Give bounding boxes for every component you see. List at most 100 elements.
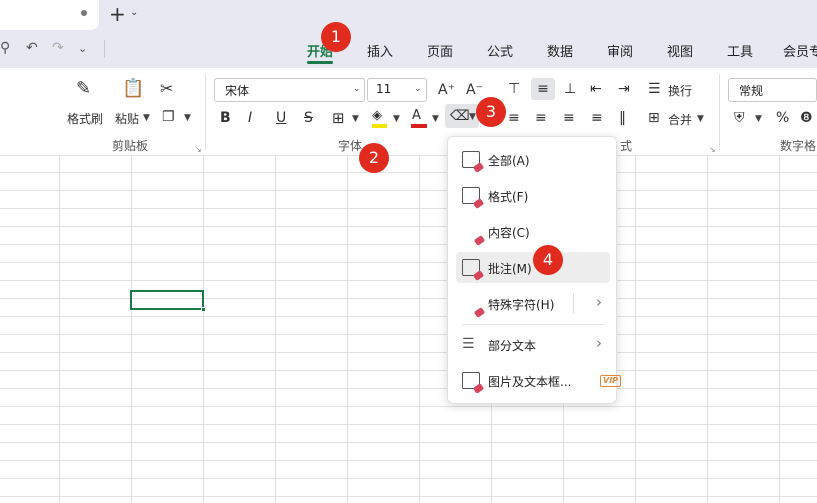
new-tab-icon[interactable]: + xyxy=(109,3,126,25)
increase-indent-icon[interactable]: ⇥ xyxy=(618,80,630,98)
title-bar: + ⌄ xyxy=(0,0,817,30)
cut-icon[interactable]: ✂ xyxy=(160,80,173,98)
menu-tab-view[interactable]: 视图 xyxy=(667,41,693,60)
menu-bar: ⚲ ↶ ↷ ⌄ 开始 插入 页面 公式 数据 审阅 视图 工具 会员专 xyxy=(0,30,817,68)
align-middle-icon[interactable]: ≡ xyxy=(531,78,555,100)
align-right-icon[interactable]: ≡ xyxy=(563,109,575,127)
decrease-indent-icon[interactable]: ⇤ xyxy=(590,80,602,98)
clear-format-icon xyxy=(462,187,480,204)
number-format-select[interactable]: 常规 xyxy=(728,78,817,102)
spreadsheet-grid[interactable] xyxy=(0,156,817,503)
menu-item-partial-text[interactable]: ☰ 部分文本 › xyxy=(456,329,610,360)
active-cell[interactable] xyxy=(130,290,204,310)
quick-access-menu-icon[interactable]: ⌄ xyxy=(78,42,87,55)
align-left-icon[interactable]: ≡ xyxy=(508,109,520,127)
menu-item-label: 批注(M) xyxy=(488,262,532,276)
font-name-select[interactable]: 宋体 xyxy=(214,78,365,102)
clear-button[interactable]: ⌫ ▼ xyxy=(445,104,479,128)
menu-tab-review[interactable]: 审阅 xyxy=(607,41,633,60)
paste-button[interactable]: 粘贴 xyxy=(115,110,139,127)
menu-item-clear-content[interactable]: 内容(C) xyxy=(456,216,610,247)
menu-tab-formula[interactable]: 公式 xyxy=(487,41,513,60)
menu-tab-member[interactable]: 会员专 xyxy=(783,41,817,60)
fill-color-swatch xyxy=(372,124,387,128)
percent-button[interactable]: % xyxy=(776,109,789,127)
format-painter-button[interactable]: 格式刷 xyxy=(67,110,103,127)
partial-text-icon: ☰ xyxy=(462,336,475,352)
eraser-icon: ⌫ xyxy=(450,108,470,124)
bold-button[interactable]: B xyxy=(220,109,231,127)
step-badge-1: 1 xyxy=(321,22,351,52)
step-badge-3: 3 xyxy=(476,97,506,127)
redo-icon[interactable]: ↷ xyxy=(52,40,64,56)
group-name-alignment: 式 xyxy=(620,139,633,153)
menu-tab-insert[interactable]: 插入 xyxy=(367,41,393,60)
menu-item-label: 格式(F) xyxy=(488,190,529,204)
fill-color-icon[interactable]: ◈ xyxy=(372,107,382,125)
fill-color-dropdown-icon[interactable]: ▼ xyxy=(393,114,400,124)
menu-item-label: 特殊字符(H) xyxy=(488,298,555,312)
chevron-down-icon: ⌄ xyxy=(353,84,361,94)
align-center-icon[interactable]: ≡ xyxy=(535,109,547,127)
group-separator xyxy=(205,74,206,150)
clear-dropdown-icon[interactable]: ▼ xyxy=(469,112,476,122)
currency-dropdown-icon[interactable]: ▼ xyxy=(755,114,762,124)
menu-item-label: 内容(C) xyxy=(488,226,530,240)
font-color-dropdown-icon[interactable]: ▼ xyxy=(432,114,439,124)
strikethrough-button[interactable]: S xyxy=(304,109,313,127)
menu-item-clear-format[interactable]: 格式(F) xyxy=(456,180,610,211)
thousands-separator-icon[interactable]: ❽ xyxy=(800,109,813,127)
merge-dropdown-icon[interactable]: ▼ xyxy=(697,114,704,124)
document-tab[interactable] xyxy=(0,0,99,30)
active-tab-indicator xyxy=(307,61,333,64)
paste-icon[interactable]: 📋 xyxy=(122,80,144,98)
copy-dropdown-icon[interactable]: ▼ xyxy=(184,113,191,123)
underline-button[interactable]: U xyxy=(276,109,286,127)
fill-handle[interactable] xyxy=(201,307,206,312)
image-textbox-icon xyxy=(462,372,480,389)
alignment-dialog-launcher-icon[interactable]: ↘ xyxy=(709,145,716,154)
new-tab-menu-icon[interactable]: ⌄ xyxy=(130,7,138,18)
paste-dropdown-icon[interactable]: ▼ xyxy=(143,113,150,123)
font-shrink-button[interactable]: A⁻ xyxy=(466,81,483,99)
clear-content-icon xyxy=(462,223,480,240)
group-name-font: 字体 xyxy=(338,139,363,153)
justify-icon[interactable]: ≡ xyxy=(591,109,603,127)
group-name-number: 数字格 xyxy=(780,139,817,153)
menu-item-label: 部分文本 xyxy=(488,339,537,353)
clear-dropdown-menu: 全部(A) 格式(F) 内容(C) 批注(M) 特殊字符(H) › ☰ 部分文本… xyxy=(447,136,622,404)
chevron-down-icon: ⌄ xyxy=(414,84,422,94)
print-preview-icon[interactable]: ⚲ xyxy=(0,40,10,56)
separator xyxy=(104,40,105,58)
step-badge-2: 2 xyxy=(359,143,389,173)
menu-item-label: 全部(A) xyxy=(488,154,530,168)
chevron-right-icon[interactable]: › xyxy=(596,293,602,311)
distributed-align-icon[interactable]: ‖ xyxy=(619,109,626,127)
wrap-text-button[interactable]: 换行 xyxy=(668,82,692,99)
merge-cells-button[interactable]: 合并 xyxy=(668,111,692,128)
menu-tab-page[interactable]: 页面 xyxy=(427,41,453,60)
menu-item-clear-special-chars[interactable]: 特殊字符(H) › xyxy=(456,288,610,319)
clear-special-chars-icon xyxy=(462,295,480,312)
border-dropdown-icon[interactable]: ▼ xyxy=(352,114,359,124)
clipboard-dialog-launcher-icon[interactable]: ↘ xyxy=(195,145,202,154)
menu-item-label: 图片及文本框... xyxy=(488,375,572,389)
font-grow-button[interactable]: A⁺ xyxy=(438,81,455,99)
currency-icon[interactable]: ⛨ xyxy=(734,109,745,127)
undo-icon[interactable]: ↶ xyxy=(26,40,38,56)
italic-button[interactable]: I xyxy=(248,109,252,127)
clear-all-icon xyxy=(462,151,480,168)
wrap-text-icon[interactable]: ☰ xyxy=(648,80,661,98)
align-bottom-icon[interactable]: ⊥ xyxy=(564,80,576,98)
merge-cells-icon[interactable]: ⊞ xyxy=(648,109,660,127)
align-top-icon[interactable]: ⊤ xyxy=(508,80,520,98)
menu-item-image-textbox[interactable]: 图片及文本框... xyxy=(456,365,610,396)
menu-tab-tools[interactable]: 工具 xyxy=(727,41,753,60)
menu-tab-data[interactable]: 数据 xyxy=(547,41,573,60)
menu-item-clear-all[interactable]: 全部(A) xyxy=(456,144,610,175)
border-icon[interactable]: ⊞ xyxy=(332,109,345,127)
format-painter-icon[interactable]: ✎ xyxy=(76,80,91,98)
copy-icon[interactable]: ❐ xyxy=(162,108,175,126)
font-color-icon[interactable]: A xyxy=(412,107,421,125)
vip-badge: VIP xyxy=(600,375,622,387)
